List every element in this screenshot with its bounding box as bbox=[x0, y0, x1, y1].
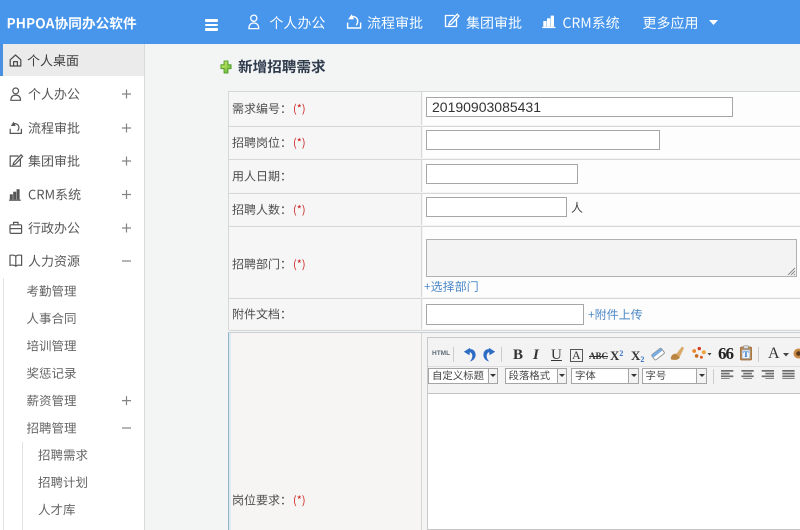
svg-text:T: T bbox=[743, 349, 749, 359]
